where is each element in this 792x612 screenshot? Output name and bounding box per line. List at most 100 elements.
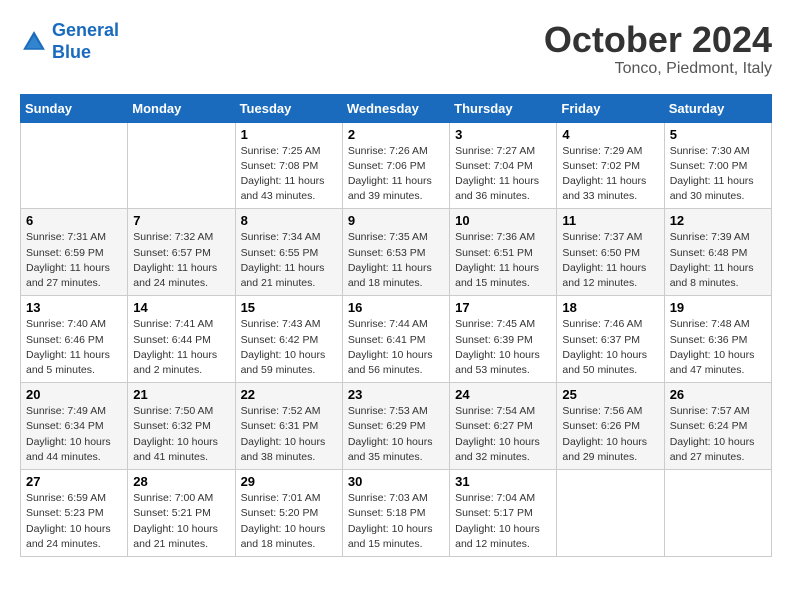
calendar-cell: [557, 470, 664, 557]
calendar-cell: 31 Sunrise: 7:04 AMSunset: 5:17 PMDayligh…: [450, 470, 557, 557]
title-block: October 2024 Tonco, Piedmont, Italy: [544, 20, 772, 78]
weekday-header-row: SundayMondayTuesdayWednesdayThursdayFrid…: [21, 94, 772, 122]
day-info: Sunrise: 7:04 AMSunset: 5:17 PMDaylight:…: [455, 491, 551, 552]
calendar-cell: 8Sunrise: 7:34 AMSunset: 6:55 PMDaylight…: [235, 209, 342, 296]
day-info: Sunrise: 7:52 AMSunset: 6:31 PMDaylight:…: [241, 404, 337, 465]
week-row-4: 20 Sunrise: 7:49 AMSunset: 6:34 PMDayligh…: [21, 383, 772, 470]
day-number: 30: [348, 474, 444, 489]
day-info: Sunrise: 7:57 AMSunset: 6:24 PMDaylight:…: [670, 404, 766, 465]
calendar-cell: 18 Sunrise: 7:46 AMSunset: 6:37 PMDayligh…: [557, 296, 664, 383]
weekday-tuesday: Tuesday: [235, 94, 342, 122]
calendar-cell: 14 Sunrise: 7:41 AMSunset: 6:44 PMDayligh…: [128, 296, 235, 383]
calendar-cell: 17 Sunrise: 7:45 AMSunset: 6:39 PMDayligh…: [450, 296, 557, 383]
day-info: Sunrise: 7:53 AMSunset: 6:29 PMDaylight:…: [348, 404, 444, 465]
calendar-cell: 29Sunrise: 7:01 AMSunset: 5:20 PMDayligh…: [235, 470, 342, 557]
day-number: 14: [133, 300, 229, 315]
day-number: 5: [670, 127, 766, 142]
calendar-cell: 3 Sunrise: 7:27 AMSunset: 7:04 PMDaylight…: [450, 122, 557, 209]
day-info: Sunrise: 7:30 AMSunset: 7:00 PMDaylight:…: [670, 144, 766, 205]
day-number: 26: [670, 387, 766, 402]
day-number: 13: [26, 300, 122, 315]
calendar-cell: 25 Sunrise: 7:56 AMSunset: 6:26 PMDayligh…: [557, 383, 664, 470]
calendar-cell: 4Sunrise: 7:29 AMSunset: 7:02 PMDaylight…: [557, 122, 664, 209]
weekday-sunday: Sunday: [21, 94, 128, 122]
week-row-1: 1Sunrise: 7:25 AMSunset: 7:08 PMDaylight…: [21, 122, 772, 209]
day-info: Sunrise: 7:56 AMSunset: 6:26 PMDaylight:…: [562, 404, 658, 465]
day-info: Sunrise: 7:43 AMSunset: 6:42 PMDaylight:…: [241, 317, 337, 378]
day-number: 20: [26, 387, 122, 402]
day-info: Sunrise: 7:46 AMSunset: 6:37 PMDaylight:…: [562, 317, 658, 378]
calendar-table: SundayMondayTuesdayWednesdayThursdayFrid…: [20, 94, 772, 557]
calendar-cell: 23 Sunrise: 7:53 AMSunset: 6:29 PMDayligh…: [342, 383, 449, 470]
calendar-cell: 1Sunrise: 7:25 AMSunset: 7:08 PMDaylight…: [235, 122, 342, 209]
calendar-cell: 5 Sunrise: 7:30 AMSunset: 7:00 PMDaylight…: [664, 122, 771, 209]
day-info: Sunrise: 7:49 AMSunset: 6:34 PMDaylight:…: [26, 404, 122, 465]
day-number: 24: [455, 387, 551, 402]
day-info: Sunrise: 7:00 AMSunset: 5:21 PMDaylight:…: [133, 491, 229, 552]
day-number: 7: [133, 213, 229, 228]
calendar-cell: 26 Sunrise: 7:57 AMSunset: 6:24 PMDayligh…: [664, 383, 771, 470]
day-number: 3: [455, 127, 551, 142]
day-info: Sunrise: 7:31 AMSunset: 6:59 PMDaylight:…: [26, 230, 122, 291]
day-number: 31: [455, 474, 551, 489]
logo-icon: [20, 28, 48, 56]
weekday-saturday: Saturday: [664, 94, 771, 122]
day-info: Sunrise: 7:41 AMSunset: 6:44 PMDaylight:…: [133, 317, 229, 378]
day-number: 9: [348, 213, 444, 228]
calendar-cell: 20 Sunrise: 7:49 AMSunset: 6:34 PMDayligh…: [21, 383, 128, 470]
day-info: Sunrise: 7:35 AMSunset: 6:53 PMDaylight:…: [348, 230, 444, 291]
day-number: 2: [348, 127, 444, 142]
calendar-cell: 24Sunrise: 7:54 AMSunset: 6:27 PMDayligh…: [450, 383, 557, 470]
day-info: Sunrise: 7:40 AMSunset: 6:46 PMDaylight:…: [26, 317, 122, 378]
weekday-thursday: Thursday: [450, 94, 557, 122]
location: Tonco, Piedmont, Italy: [544, 60, 772, 78]
day-number: 28: [133, 474, 229, 489]
day-number: 12: [670, 213, 766, 228]
calendar-cell: 13 Sunrise: 7:40 AMSunset: 6:46 PMDayligh…: [21, 296, 128, 383]
day-info: Sunrise: 6:59 AMSunset: 5:23 PMDaylight:…: [26, 491, 122, 552]
day-number: 10: [455, 213, 551, 228]
day-info: Sunrise: 7:32 AMSunset: 6:57 PMDaylight:…: [133, 230, 229, 291]
calendar-cell: 19Sunrise: 7:48 AMSunset: 6:36 PMDayligh…: [664, 296, 771, 383]
calendar-cell: 2Sunrise: 7:26 AMSunset: 7:06 PMDaylight…: [342, 122, 449, 209]
day-info: Sunrise: 7:29 AMSunset: 7:02 PMDaylight:…: [562, 144, 658, 205]
calendar-body: 1Sunrise: 7:25 AMSunset: 7:08 PMDaylight…: [21, 122, 772, 556]
day-number: 16: [348, 300, 444, 315]
calendar-cell: 6 Sunrise: 7:31 AMSunset: 6:59 PMDaylight…: [21, 209, 128, 296]
day-number: 15: [241, 300, 337, 315]
day-info: Sunrise: 7:50 AMSunset: 6:32 PMDaylight:…: [133, 404, 229, 465]
day-info: Sunrise: 7:39 AMSunset: 6:48 PMDaylight:…: [670, 230, 766, 291]
calendar-cell: 11Sunrise: 7:37 AMSunset: 6:50 PMDayligh…: [557, 209, 664, 296]
week-row-2: 6 Sunrise: 7:31 AMSunset: 6:59 PMDaylight…: [21, 209, 772, 296]
calendar-cell: 9 Sunrise: 7:35 AMSunset: 6:53 PMDaylight…: [342, 209, 449, 296]
day-number: 23: [348, 387, 444, 402]
day-info: Sunrise: 7:45 AMSunset: 6:39 PMDaylight:…: [455, 317, 551, 378]
day-info: Sunrise: 7:37 AMSunset: 6:50 PMDaylight:…: [562, 230, 658, 291]
day-number: 6: [26, 213, 122, 228]
day-number: 8: [241, 213, 337, 228]
calendar-cell: 30 Sunrise: 7:03 AMSunset: 5:18 PMDayligh…: [342, 470, 449, 557]
weekday-friday: Friday: [557, 94, 664, 122]
calendar-cell: 12 Sunrise: 7:39 AMSunset: 6:48 PMDayligh…: [664, 209, 771, 296]
month-title: October 2024: [544, 20, 772, 60]
day-number: 19: [670, 300, 766, 315]
calendar-cell: 10Sunrise: 7:36 AMSunset: 6:51 PMDayligh…: [450, 209, 557, 296]
logo: General Blue: [20, 20, 119, 63]
day-number: 18: [562, 300, 658, 315]
calendar-cell: 15 Sunrise: 7:43 AMSunset: 6:42 PMDayligh…: [235, 296, 342, 383]
day-number: 17: [455, 300, 551, 315]
calendar-cell: 28 Sunrise: 7:00 AMSunset: 5:21 PMDayligh…: [128, 470, 235, 557]
calendar-cell: 7 Sunrise: 7:32 AMSunset: 6:57 PMDaylight…: [128, 209, 235, 296]
calendar-cell: 22Sunrise: 7:52 AMSunset: 6:31 PMDayligh…: [235, 383, 342, 470]
day-info: Sunrise: 7:44 AMSunset: 6:41 PMDaylight:…: [348, 317, 444, 378]
day-number: 21: [133, 387, 229, 402]
week-row-3: 13 Sunrise: 7:40 AMSunset: 6:46 PMDayligh…: [21, 296, 772, 383]
day-info: Sunrise: 7:03 AMSunset: 5:18 PMDaylight:…: [348, 491, 444, 552]
calendar-cell: 27Sunrise: 6:59 AMSunset: 5:23 PMDayligh…: [21, 470, 128, 557]
weekday-wednesday: Wednesday: [342, 94, 449, 122]
logo-text: General Blue: [52, 20, 119, 63]
day-number: 25: [562, 387, 658, 402]
day-info: Sunrise: 7:27 AMSunset: 7:04 PMDaylight:…: [455, 144, 551, 205]
week-row-5: 27Sunrise: 6:59 AMSunset: 5:23 PMDayligh…: [21, 470, 772, 557]
day-info: Sunrise: 7:01 AMSunset: 5:20 PMDaylight:…: [241, 491, 337, 552]
